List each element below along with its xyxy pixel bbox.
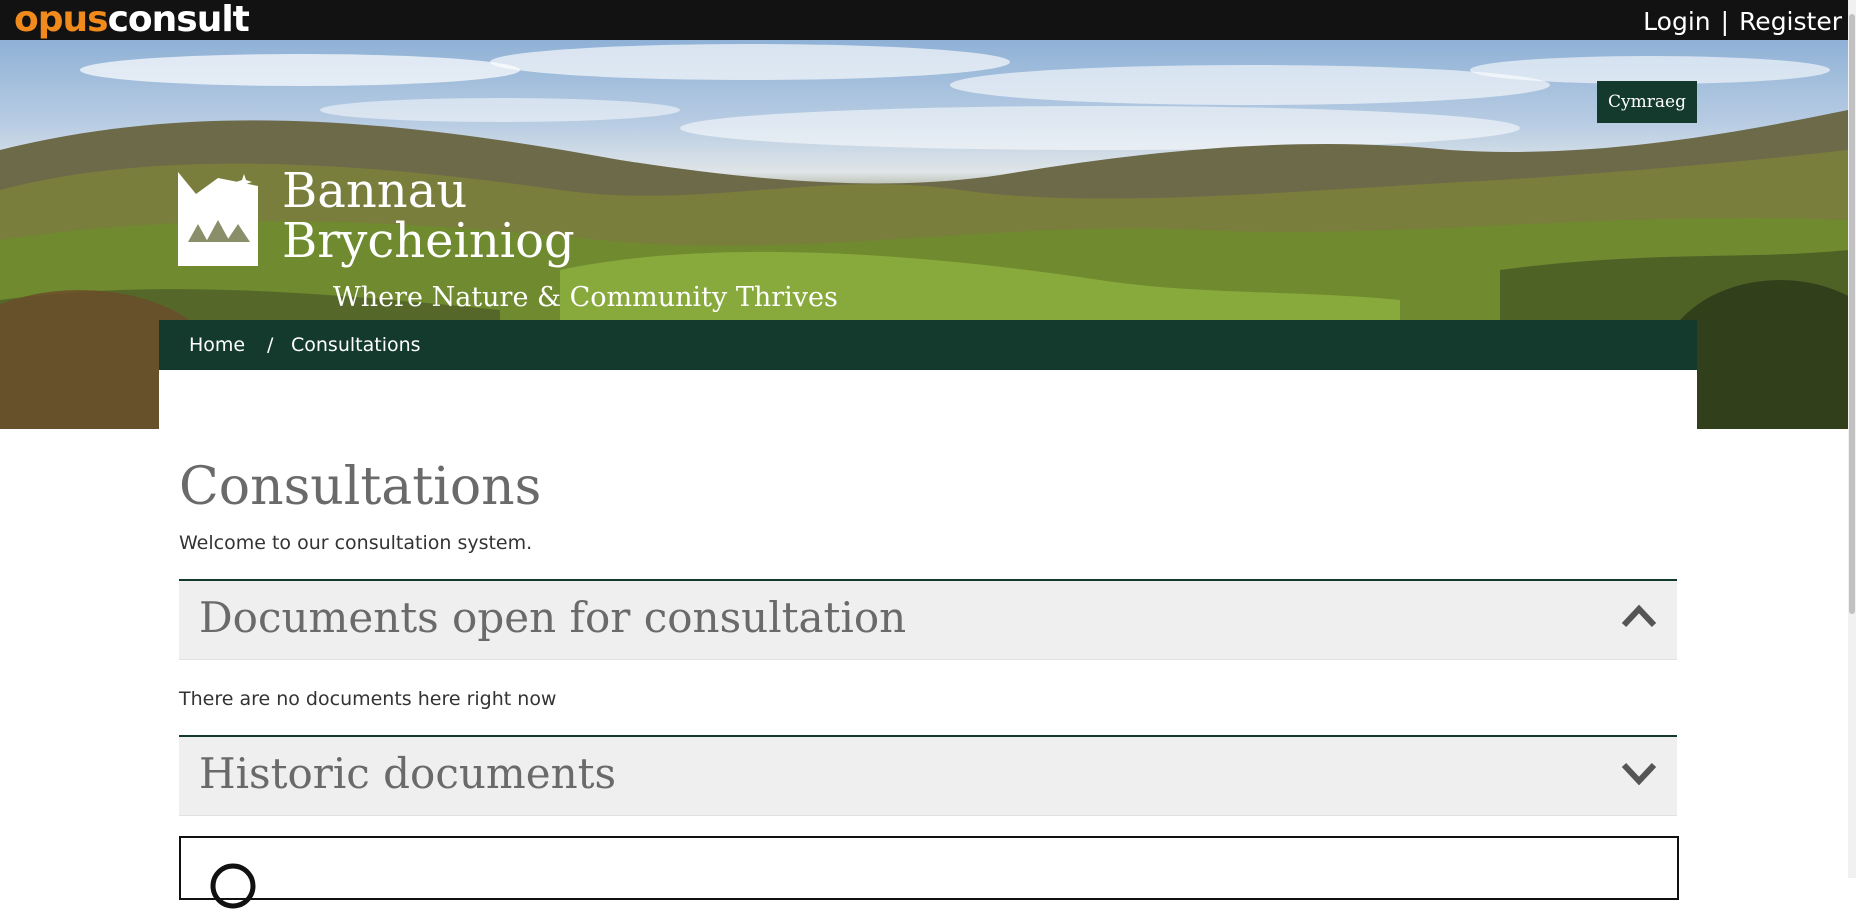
logo-line2: Brycheiniog bbox=[282, 213, 575, 269]
empty-documents-message: There are no documents here right now bbox=[179, 688, 557, 710]
opusconsult-logo[interactable]: opusconsult bbox=[14, 0, 250, 40]
page-title: Consultations bbox=[179, 457, 542, 517]
section-open-documents-header[interactable]: Documents open for consultation bbox=[179, 579, 1677, 660]
auth-links: Login | Register bbox=[1643, 0, 1842, 44]
breadcrumb-separator: / bbox=[267, 334, 274, 356]
breadcrumb-home-link[interactable]: Home bbox=[189, 320, 245, 370]
tagline: Where Nature & Community Thrives bbox=[333, 282, 838, 313]
register-link[interactable]: Register bbox=[1739, 7, 1842, 36]
section-historic-documents-header[interactable]: Historic documents bbox=[179, 735, 1677, 816]
breadcrumb-current[interactable]: Consultations bbox=[291, 320, 421, 370]
brand-opus-text: opus bbox=[14, 0, 109, 40]
chevron-up-icon[interactable] bbox=[1621, 603, 1657, 633]
login-link[interactable]: Login bbox=[1643, 7, 1710, 36]
scrollbar-thumb[interactable] bbox=[1849, 14, 1855, 614]
language-toggle-button[interactable]: Cymraeg bbox=[1597, 81, 1697, 123]
auth-separator: | bbox=[1720, 7, 1730, 36]
info-circle-icon bbox=[209, 862, 257, 914]
page-scrollbar[interactable] bbox=[1848, 0, 1856, 878]
notice-box bbox=[179, 836, 1679, 909]
top-bar: opusconsult Login | Register bbox=[0, 0, 1856, 40]
logo-line1: Bannau bbox=[282, 163, 468, 219]
section-title: Historic documents bbox=[199, 749, 617, 798]
intro-text: Welcome to our consultation system. bbox=[179, 532, 533, 554]
content-top-panel bbox=[159, 370, 1697, 429]
chevron-down-icon[interactable] bbox=[1621, 759, 1657, 789]
breadcrumb: Home / Consultations bbox=[159, 320, 1697, 370]
section-title: Documents open for consultation bbox=[199, 593, 907, 642]
brand-consult-text: consult bbox=[107, 0, 250, 40]
